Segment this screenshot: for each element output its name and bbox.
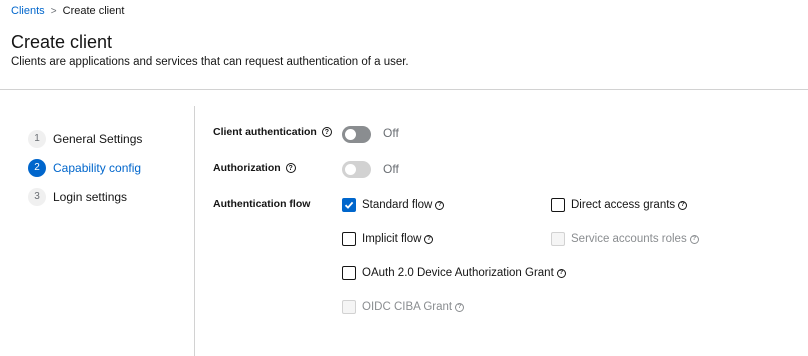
chevron-right-icon: > <box>50 5 57 17</box>
direct-access-grants-label-text: Direct access grants <box>571 199 676 211</box>
standard-flow-label: Standard flow ? <box>362 199 445 211</box>
authorization-row: Authorization ? <box>213 162 296 174</box>
checkbox-box[interactable] <box>551 232 565 246</box>
oauth-device-grant-checkbox[interactable]: OAuth 2.0 Device Authorization Grant ? <box>342 266 566 280</box>
standard-flow-label-text: Standard flow <box>362 199 433 211</box>
client-authentication-label-text: Client authentication <box>213 126 317 138</box>
step-label: General Settings <box>53 131 143 146</box>
help-circle-icon[interactable]: ? <box>556 268 566 278</box>
help-circle-icon[interactable]: ? <box>424 234 434 244</box>
oidc-ciba-grant-label: OIDC CIBA Grant ? <box>362 301 465 313</box>
step-number: 1 <box>28 129 46 148</box>
page-title: Create client <box>11 32 113 52</box>
client-authentication-state: Off <box>383 126 399 140</box>
direct-access-grants-checkbox[interactable]: Direct access grants ? <box>551 198 688 212</box>
checkbox-box[interactable] <box>342 232 356 246</box>
breadcrumb-current: Create client <box>62 5 125 17</box>
authorization-state: Off <box>383 162 399 176</box>
service-accounts-roles-checkbox[interactable]: Service accounts roles ? <box>551 232 699 246</box>
checkbox-box[interactable] <box>342 300 356 314</box>
authorization-switch[interactable] <box>342 161 371 178</box>
direct-access-grants-label: Direct access grants ? <box>571 199 688 211</box>
client-authentication-label: Client authentication ? <box>213 126 332 138</box>
service-accounts-roles-label-text: Service accounts roles <box>571 233 687 245</box>
wizard-step-login-settings[interactable]: 3 Login settings <box>28 182 188 211</box>
step-label: Login settings <box>53 189 128 204</box>
authorization-label-text: Authorization <box>213 162 281 174</box>
authorization-label: Authorization ? <box>213 162 296 174</box>
check-icon[interactable] <box>342 198 356 212</box>
checkbox-box[interactable] <box>551 198 565 212</box>
step-number: 2 <box>28 158 46 177</box>
oidc-ciba-grant-checkbox[interactable]: OIDC CIBA Grant ? <box>342 300 465 314</box>
wizard-step-capability-config[interactable]: 2 Capability config <box>28 153 188 182</box>
help-circle-icon[interactable]: ? <box>285 163 296 173</box>
implicit-flow-checkbox[interactable]: Implicit flow ? <box>342 232 434 246</box>
help-circle-icon[interactable]: ? <box>678 200 688 210</box>
help-circle-icon[interactable]: ? <box>689 234 699 244</box>
breadcrumb: Clients > Create client <box>11 4 124 18</box>
step-number: 3 <box>28 187 46 206</box>
oauth-device-grant-label-text: OAuth 2.0 Device Authorization Grant <box>362 267 554 279</box>
oauth-device-grant-label: OAuth 2.0 Device Authorization Grant ? <box>362 267 566 279</box>
client-authentication-switch[interactable] <box>342 126 371 143</box>
help-circle-icon[interactable]: ? <box>455 302 465 312</box>
implicit-flow-label: Implicit flow ? <box>362 233 434 245</box>
client-authentication-row: Client authentication ? <box>213 126 332 138</box>
help-circle-icon[interactable]: ? <box>435 200 445 210</box>
implicit-flow-label-text: Implicit flow <box>362 233 422 245</box>
checkbox-box[interactable] <box>342 266 356 280</box>
breadcrumb-clients-link[interactable]: Clients <box>11 5 45 17</box>
help-circle-icon[interactable]: ? <box>321 127 332 137</box>
authentication-flow-row: Authentication flow <box>213 198 310 210</box>
standard-flow-checkbox[interactable]: Standard flow ? <box>342 198 445 212</box>
page-subtitle: Clients are applications and services th… <box>11 56 409 68</box>
wizard-nav: 1 General Settings 2 Capability config 3… <box>28 124 188 211</box>
oidc-ciba-grant-label-text: OIDC CIBA Grant <box>362 301 453 313</box>
header-divider <box>0 89 808 90</box>
wizard-step-general-settings[interactable]: 1 General Settings <box>28 124 188 153</box>
service-accounts-roles-label: Service accounts roles ? <box>571 233 699 245</box>
authentication-flow-label: Authentication flow <box>213 198 311 210</box>
wizard-divider <box>194 106 195 356</box>
step-label: Capability config <box>53 160 142 175</box>
